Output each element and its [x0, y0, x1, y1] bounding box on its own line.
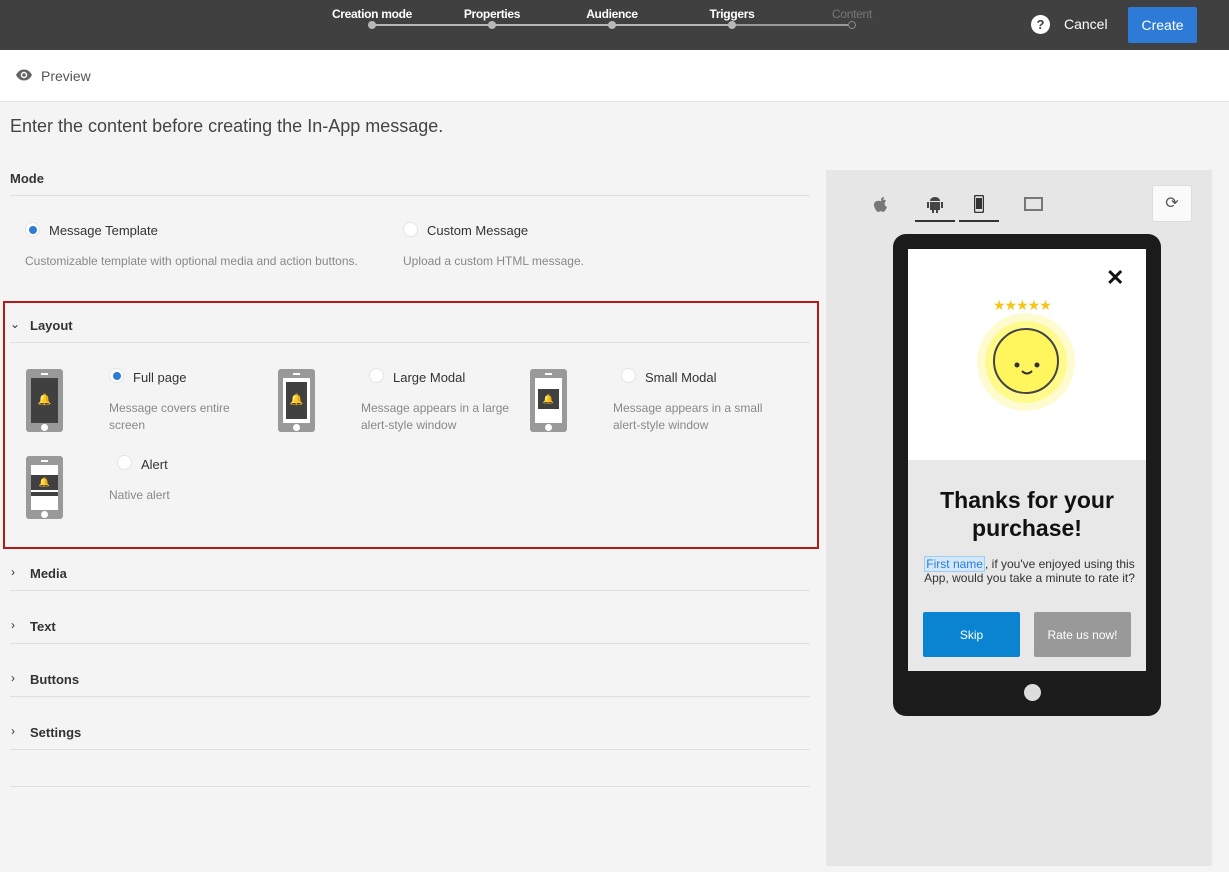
apple-icon[interactable]: [861, 190, 901, 222]
eye-icon[interactable]: [15, 68, 33, 87]
wizard-steps: Creation mode Properties Audience Trigge…: [332, 0, 872, 50]
option-desc: Customizable template with optional medi…: [25, 254, 358, 268]
personalization-field[interactable]: First name: [924, 556, 985, 572]
chevron-right-icon[interactable]: ›: [11, 618, 15, 632]
help-icon[interactable]: ?: [1031, 15, 1050, 34]
step-label: Content: [832, 7, 872, 21]
radio-custom-message[interactable]: [403, 222, 418, 237]
page-instructions: Enter the content before creating the In…: [10, 116, 444, 136]
settings-section-header[interactable]: Settings: [30, 725, 81, 740]
large-modal-phone-icon: 🔔: [278, 369, 315, 432]
skip-button[interactable]: Skip: [923, 612, 1020, 657]
preview-bar: Preview: [0, 50, 1229, 102]
step-content[interactable]: Content: [792, 0, 912, 29]
step-audience[interactable]: Audience: [552, 0, 672, 29]
layout-section-header[interactable]: Layout: [30, 318, 73, 333]
message-body: First name, if you've enjoyed using this…: [922, 556, 1137, 585]
step-dot: [848, 21, 856, 29]
divider: [10, 786, 810, 787]
divider: [10, 590, 810, 591]
radio-small-modal[interactable]: [621, 368, 636, 383]
phone-screen: ✕ ★★★★★ Thanks for your purchase! First …: [908, 249, 1146, 671]
divider: [10, 749, 810, 750]
message-image: ✕ ★★★★★: [908, 249, 1146, 460]
step-dot: [368, 21, 376, 29]
option-desc: Message covers entire screen: [109, 401, 230, 432]
chevron-right-icon[interactable]: ›: [11, 671, 15, 685]
full-page-phone-icon: 🔔: [26, 369, 63, 432]
radio-message-template[interactable]: [25, 222, 40, 237]
step-label: Triggers: [709, 7, 755, 21]
option-desc: Message appears in a large alert-style w…: [361, 401, 510, 432]
chevron-down-icon[interactable]: ⌄: [10, 317, 20, 331]
step-label: Audience: [586, 7, 638, 21]
smiley-icon: [993, 328, 1059, 394]
divider: [10, 696, 810, 697]
option-desc: Native alert: [109, 488, 170, 502]
step-line-done: [372, 24, 732, 26]
option-label: Large Modal: [393, 370, 466, 385]
cancel-button[interactable]: Cancel: [1064, 16, 1108, 32]
radio-alert[interactable]: [117, 455, 132, 470]
stars-icon: ★★★★★: [993, 297, 1052, 313]
mode-title: Mode: [10, 171, 44, 186]
top-bar: Creation mode Properties Audience Trigge…: [0, 0, 1229, 50]
message-title: Thanks for your purchase!: [940, 487, 1114, 541]
rotate-icon[interactable]: ⟳: [1152, 185, 1192, 222]
chevron-right-icon[interactable]: ›: [11, 565, 15, 579]
preview-panel: ⟳ ✕ ★★★★★ Thanks for your purchase! Firs…: [826, 170, 1212, 866]
option-label: Message Template: [49, 223, 158, 238]
media-section-header[interactable]: Media: [30, 566, 67, 581]
step-dot: [608, 21, 616, 29]
option-desc: Message appears in a small alert-style w…: [613, 401, 763, 432]
step-triggers[interactable]: Triggers: [672, 0, 792, 29]
step-properties[interactable]: Properties: [432, 0, 552, 29]
step-dot: [728, 21, 736, 29]
step-label: Properties: [463, 7, 521, 21]
buttons-section-header[interactable]: Buttons: [30, 672, 79, 687]
divider: [10, 342, 810, 343]
option-label: Full page: [133, 370, 187, 385]
rate-button[interactable]: Rate us now!: [1034, 612, 1131, 657]
android-tab[interactable]: [915, 190, 955, 222]
phone-preview: ✕ ★★★★★ Thanks for your purchase! First …: [893, 234, 1161, 716]
radio-large-modal[interactable]: [369, 368, 384, 383]
option-desc: Upload a custom HTML message.: [403, 254, 584, 268]
home-button: [1024, 684, 1041, 701]
option-label: Alert: [141, 457, 168, 472]
option-label: Small Modal: [645, 370, 717, 385]
divider: [10, 195, 810, 196]
create-button[interactable]: Create: [1128, 7, 1197, 43]
divider: [10, 643, 810, 644]
tablet-tab[interactable]: [1013, 190, 1053, 222]
small-modal-phone-icon: 🔔: [530, 369, 567, 432]
text-section-header[interactable]: Text: [30, 619, 56, 634]
phone-tab[interactable]: [959, 190, 999, 222]
chevron-right-icon[interactable]: ›: [11, 724, 15, 738]
preview-toggle[interactable]: Preview: [41, 68, 91, 84]
radio-full-page[interactable]: [109, 368, 124, 383]
close-icon[interactable]: ✕: [1106, 265, 1124, 291]
step-dot: [488, 21, 496, 29]
step-line-pending: [732, 24, 854, 26]
option-label: Custom Message: [427, 223, 529, 238]
step-label: Creation mode: [331, 7, 413, 21]
alert-phone-icon: 🔔: [26, 456, 63, 519]
step-creation-mode[interactable]: Creation mode: [312, 0, 432, 29]
